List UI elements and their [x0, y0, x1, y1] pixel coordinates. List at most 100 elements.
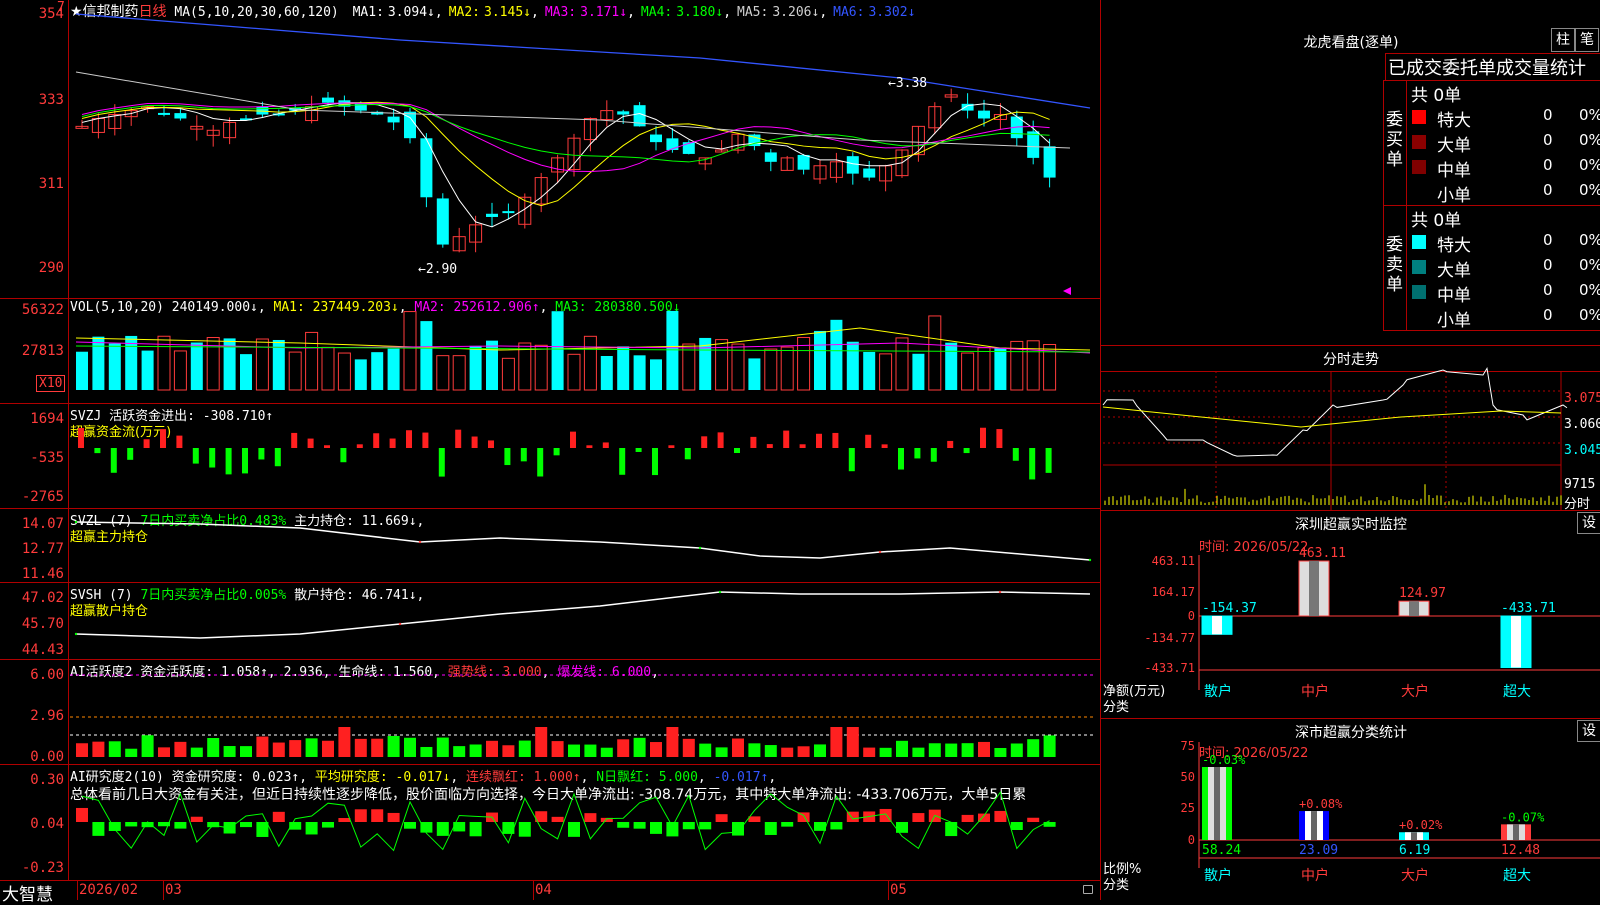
stats-bar-core: [1513, 824, 1519, 840]
sz-stats-chart[interactable]: 75 50 25 0 -0.03% 58.24 散户 +0.08% 23.09 中户 +0.02% 6…: [1101, 718, 1600, 900]
volume-bar: [583, 335, 597, 391]
buy-total: 共 0单: [1411, 86, 1462, 106]
stats-tabs[interactable]: 已成交委托单成交量统计: [1385, 53, 1600, 80]
sell-orders-label: 委卖单: [1386, 235, 1403, 295]
kline-chart[interactable]: [0, 0, 1100, 298]
volume-bar: [977, 347, 991, 391]
volume-panel[interactable]: VOL(5,10,20) 240149.000↓, MA1: 237449.20…: [0, 298, 1100, 404]
sell-row-percent: 0%: [1579, 281, 1600, 299]
monitor-value-label: -433.71: [1501, 601, 1556, 616]
flow-bar: [750, 436, 757, 448]
svsh-panel[interactable]: SVSH (7) 7日内买卖净占比0.005% 散户持仓: 46.741↓, 超…: [0, 582, 1100, 660]
tick-view-button[interactable]: 笔: [1575, 28, 1599, 52]
sell-row-count: 0: [1543, 306, 1553, 324]
activity-bar: [223, 746, 236, 757]
sell-color-swatch: [1412, 310, 1426, 324]
activity-bar: [125, 748, 138, 757]
volume-bar: [748, 358, 761, 390]
svzl-panel[interactable]: SVZL (7) 7日内买卖净占比0.483% 主力持仓: 11.669↓, 超…: [0, 508, 1100, 583]
flow-bar: [766, 444, 773, 448]
svzj-panel[interactable]: SVZJ 活跃资金进出: -308.710↑ 超赢资金流(万元) 1694 -5…: [0, 403, 1100, 509]
candle-body: [436, 198, 449, 245]
volume-bar: [321, 346, 335, 391]
volume-bar: [780, 346, 794, 391]
sz-monitor-panel[interactable]: 深圳超赢实时监控 设 时间: 2026/05/22 463.11 164.17 0-…: [1100, 510, 1600, 719]
activity-bar: [420, 746, 433, 757]
research-bar: [682, 822, 695, 830]
flow-bar: [127, 448, 134, 460]
activity-bar: [994, 747, 1007, 757]
activity-bar: [584, 744, 597, 757]
position-dot: [698, 546, 702, 550]
volume-bar: [436, 355, 450, 391]
flow-bar: [684, 448, 691, 460]
intraday-panel[interactable]: 分时走势 3.075 3.060 3.045 9715 分时: [1100, 345, 1600, 512]
research-bar: [305, 822, 318, 835]
research-bar: [650, 822, 662, 834]
flow-bar: [537, 448, 544, 477]
monitor-category-label: 散户: [1204, 683, 1232, 700]
stats-bar-core: [1311, 811, 1317, 840]
research-line: [81, 790, 1050, 852]
position-dot: [718, 590, 722, 594]
sz-monitor-chart[interactable]: 463.11 164.17 0 -134.77 -433.71 -154.37 散户 463.…: [1101, 510, 1600, 718]
stats-change-label: -0.07%: [1501, 810, 1545, 824]
buy-row-label: 特大: [1437, 111, 1471, 131]
research-bar: [469, 822, 482, 837]
ai-research-panel[interactable]: AI研究度2(10) 资金研究度: 0.023↑, 平均研究度: -0.017↓…: [0, 764, 1100, 881]
sz-stats-panel[interactable]: 深市超赢分类统计 设 时间: 2026/05/22 75 50 25 0 -0.03% 5…: [1100, 718, 1600, 900]
sell-row-label: 特大: [1437, 236, 1471, 256]
monitor-y-label: 0: [1188, 609, 1195, 623]
research-bar: [568, 822, 580, 837]
svsh-chart[interactable]: [0, 582, 1100, 659]
kline-panel[interactable]: 7 ★信邦制药日线 MA(5,10,20,30,60,120) MA1: 3.09…: [0, 0, 1100, 299]
research-bar: [732, 822, 744, 836]
activity-bar: [633, 737, 646, 757]
flow-bar: [668, 445, 675, 448]
ai-research-chart[interactable]: [0, 764, 1100, 880]
sell-row-count: 0: [1543, 231, 1553, 249]
research-bar: [961, 814, 974, 822]
monitor-bar-shine: [1409, 601, 1419, 616]
activity-bar: [879, 747, 892, 757]
monitor-y-label: -134.77: [1144, 631, 1195, 645]
low-price-mark: ←2.90: [418, 262, 458, 277]
research-bar: [617, 822, 630, 828]
flow-bar: [898, 448, 904, 470]
svzj-chart[interactable]: [0, 403, 1100, 508]
flow-bar: [1029, 448, 1036, 480]
ai-activity-chart[interactable]: [0, 659, 1100, 764]
activity-bar: [207, 738, 220, 757]
position-dot: [398, 622, 402, 626]
activity-bar: [354, 738, 367, 757]
research-bar: [92, 822, 105, 836]
svzl-chart[interactable]: [0, 508, 1100, 582]
position-dot: [418, 540, 422, 544]
sell-row-label: 大单: [1437, 261, 1471, 281]
research-bar: [830, 822, 843, 830]
research-bar: [125, 822, 138, 827]
buy-row-label: 中单: [1437, 161, 1471, 181]
buy-row-label: 小单: [1437, 186, 1471, 206]
sell-color-swatch: [1412, 235, 1426, 249]
buy-row-percent: 0%: [1579, 131, 1600, 149]
flow-bar: [586, 445, 593, 448]
research-bar: [190, 816, 203, 822]
candle-body: [846, 156, 859, 174]
monitor-category-label: 大户: [1401, 683, 1429, 700]
flow-bar: [94, 448, 101, 454]
activity-bar: [453, 746, 466, 757]
intraday-vol-label: 9715: [1564, 477, 1596, 492]
volume-chart[interactable]: [0, 298, 1100, 403]
activity-bar: [387, 735, 400, 757]
cursor-marker: [1063, 287, 1071, 295]
research-bar: [354, 809, 367, 822]
volume-bar: [682, 343, 696, 391]
stats-bar-core: [1411, 832, 1417, 840]
activity-bar: [764, 745, 777, 757]
volume-bar: [961, 352, 975, 391]
ai-activity-panel[interactable]: AI活跃度2 资金活跃度: 1.058↑, 2.936, 生命线: 1.560,…: [0, 659, 1100, 765]
flow-bar: [176, 435, 183, 448]
bar-view-button[interactable]: 柱: [1551, 28, 1575, 52]
intraday-chart[interactable]: [1101, 345, 1600, 510]
